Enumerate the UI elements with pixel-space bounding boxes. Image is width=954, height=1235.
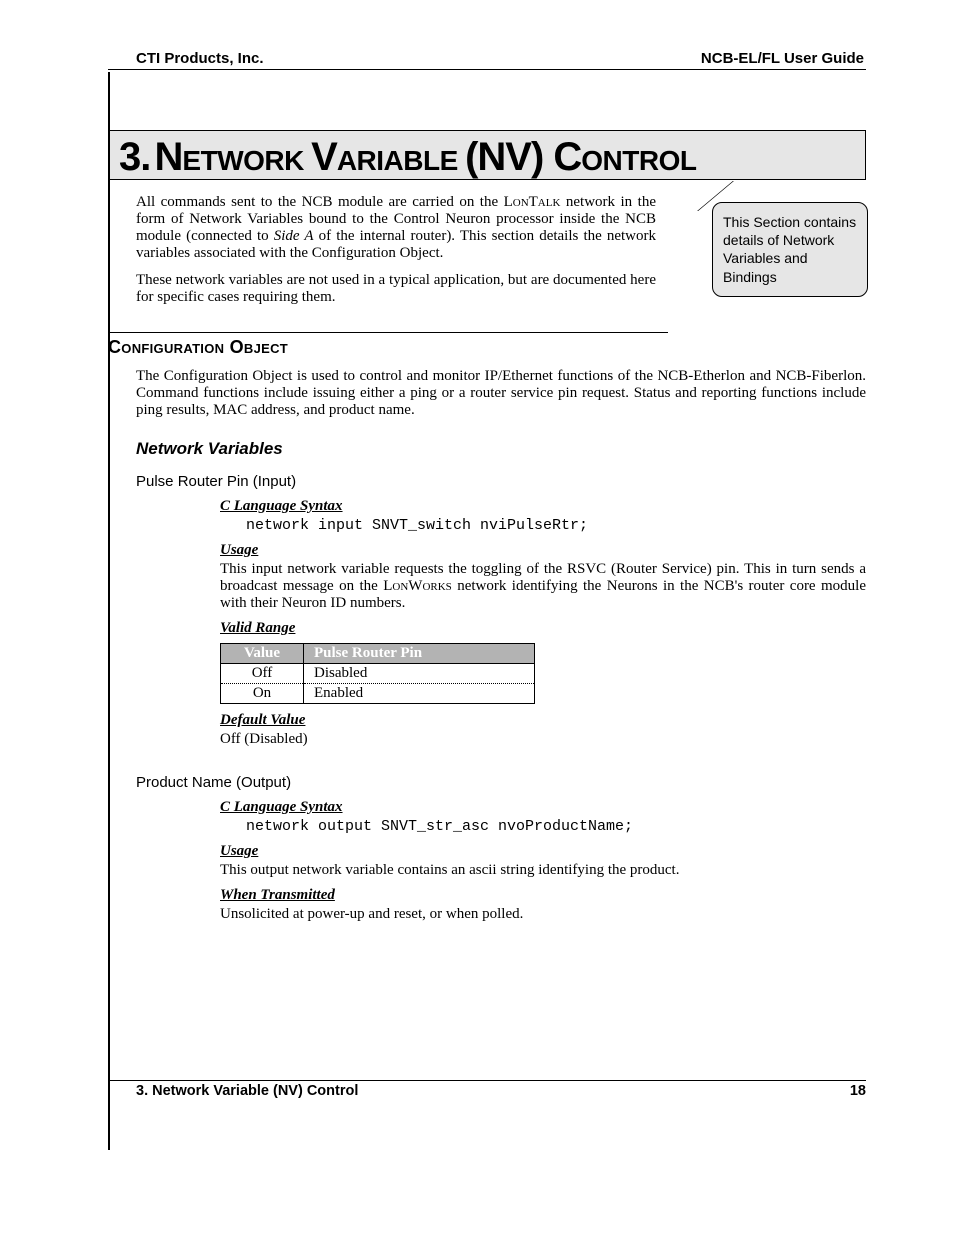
table-row: On Enabled [221,684,535,704]
chapter-number: 3. [119,135,150,179]
intro-paragraph-1: All commands sent to the NCB module are … [136,194,656,262]
text: All commands sent to the NCB module are … [136,194,504,210]
header-left: CTI Products, Inc. [136,50,264,67]
when-transmitted-body: Unsolicited at power-up and reset, or wh… [220,906,866,923]
intro-paragraph-2: These network variables are not used in … [136,272,656,306]
page: CTI Products, Inc. NCB-EL/FL User Guide … [0,0,954,1145]
chapter-title: 3. NETWORK VARIABLE (NV) CONTROL [108,130,866,180]
table-cell: Off [221,664,304,684]
intro-text: All commands sent to the NCB module are … [136,194,656,306]
chapter-title-part: ONTROL [581,145,696,176]
field-label-default-value: Default Value [220,712,866,729]
table-header-pin: Pulse Router Pin [304,644,535,664]
intro-section: All commands sent to the NCB module are … [136,194,866,306]
footer-left: 3. Network Variable (NV) Control [136,1083,358,1099]
field-label-valid-range: Valid Range [220,620,866,637]
page-footer: 3. Network Variable (NV) Control 18 [108,1080,866,1099]
field-label-when-transmitted: When Transmitted [220,887,866,904]
chapter-title-part: N [155,135,183,179]
field-label-usage: Usage [220,542,866,559]
lontalk-term: LonTalk [504,194,561,210]
footer-page-number: 18 [850,1083,866,1099]
table-header-value: Value [221,644,304,664]
code-syntax-nv2: network output SNVT_str_asc nvoProductNa… [246,818,866,835]
header-right: NCB-EL/FL User Guide [701,50,864,67]
field-label-syntax: C Language Syntax [220,498,866,515]
chapter-title-part: ARIABLE [337,145,465,176]
nv-heading-pulse-router-pin: Pulse Router Pin (Input) [136,473,866,490]
vertical-rule [108,72,110,1150]
table-header-row: Value Pulse Router Pin [221,644,535,664]
chapter-title-part: V [311,135,337,179]
page-header: CTI Products, Inc. NCB-EL/FL User Guide [108,50,866,70]
table-cell: On [221,684,304,704]
config-object-body: The Configuration Object is used to cont… [136,368,866,419]
subsection-heading-network-variables: Network Variables [136,439,866,459]
valid-range-table: Value Pulse Router Pin Off Disabled On E… [220,643,535,704]
table-cell: Disabled [304,664,535,684]
table-cell: Enabled [304,684,535,704]
nv-heading-product-name: Product Name (Output) [136,774,866,791]
chapter-title-part: (NV) C [465,135,581,179]
side-a-term: Side A [274,228,314,244]
lonworks-term: LonWorks [383,578,452,594]
table-row: Off Disabled [221,664,535,684]
usage-body-nv1: This input network variable requests the… [220,561,866,612]
config-object-paragraph: The Configuration Object is used to cont… [136,368,866,419]
section-heading-config-object: Configuration Object [108,332,668,358]
callout-box: This Section contains details of Network… [712,202,868,297]
chapter-title-part: ETWORK [182,145,311,176]
code-syntax-nv1: network input SNVT_switch nviPulseRtr; [246,517,866,534]
usage-body-nv2: This output network variable contains an… [220,862,866,879]
field-label-syntax: C Language Syntax [220,799,866,816]
default-value-body: Off (Disabled) [220,731,866,748]
field-label-usage: Usage [220,843,866,860]
